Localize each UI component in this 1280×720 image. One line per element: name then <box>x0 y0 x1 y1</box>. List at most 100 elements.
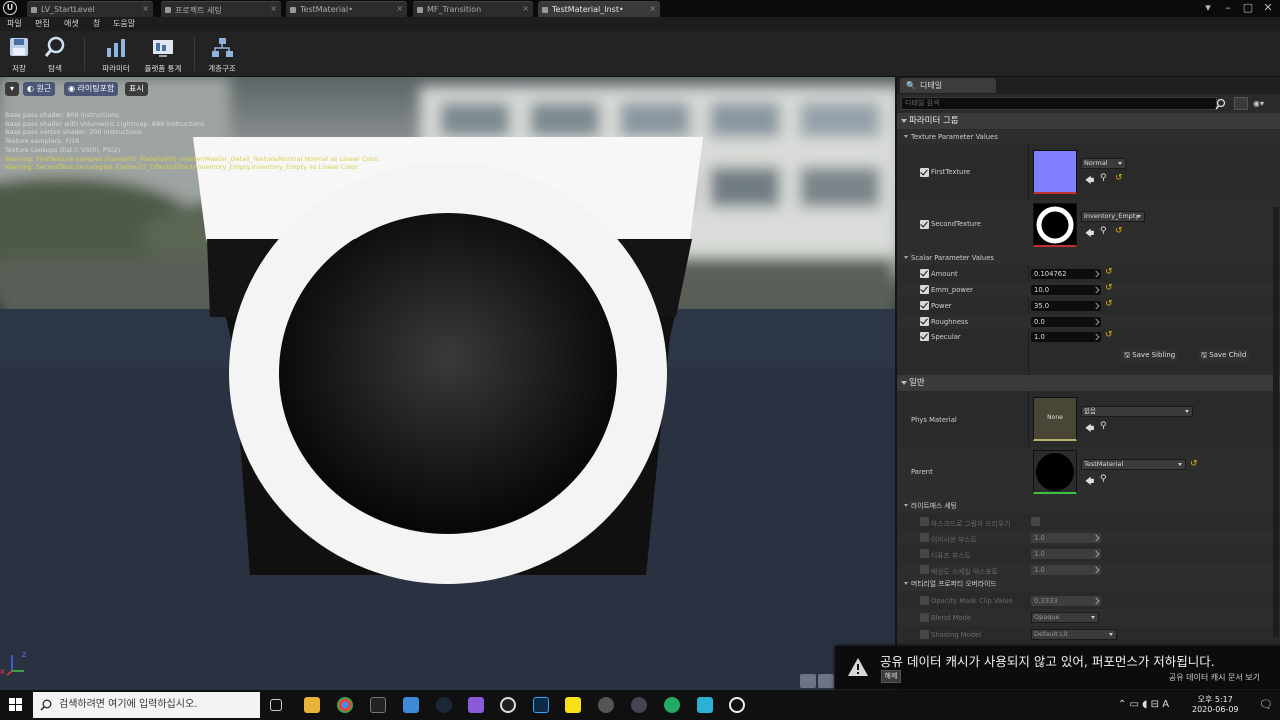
first-texture-thumbnail[interactable] <box>1033 150 1077 194</box>
amount-input[interactable]: 0.104762 <box>1031 269 1101 279</box>
tab-details[interactable]: 🔍 디테일 <box>900 78 996 93</box>
settings-gear-icon[interactable] <box>598 697 614 713</box>
steam-icon[interactable] <box>436 697 452 713</box>
minimize-icon[interactable]: – <box>1219 0 1237 16</box>
close-icon[interactable]: × <box>522 4 529 13</box>
close-window-icon[interactable]: ✕ <box>1259 0 1277 16</box>
preview-cube-icon[interactable] <box>818 674 834 688</box>
lightmass-checkbox[interactable] <box>920 565 929 574</box>
close-icon[interactable]: × <box>270 4 277 13</box>
phys-material-thumbnail[interactable]: None <box>1033 397 1077 441</box>
details-scrollbar[interactable] <box>1273 207 1279 637</box>
browse-search-icon[interactable]: ⚲ <box>1100 474 1107 484</box>
viewport-options-button[interactable]: ▾ <box>5 82 19 96</box>
tab-testmaterial[interactable]: TestMaterial• × <box>286 1 407 17</box>
action-center-icon[interactable]: 🗨 <box>1259 698 1273 711</box>
hierarchy-button[interactable]: 계층구조 <box>202 33 242 75</box>
lightmass-header[interactable]: 라이트매스 세팅 <box>897 499 1280 513</box>
tab-lv-startlevel[interactable]: LV_StartLevel × <box>27 1 153 17</box>
roughness-input[interactable]: 0.0 <box>1031 317 1101 327</box>
reset-icon[interactable]: ↺ <box>1190 459 1198 469</box>
app-icon[interactable] <box>697 697 713 713</box>
taskbar-search-input[interactable]: 검색하려면 여기에 입력하십시오. <box>33 692 260 718</box>
view-options-icon[interactable]: ◉▾ <box>1253 99 1264 108</box>
save-child-button[interactable]: 🖫 Save Child <box>1198 349 1250 361</box>
params-button[interactable]: 파라미터 <box>98 33 134 75</box>
override-checkbox[interactable] <box>920 596 929 605</box>
chrome-icon[interactable] <box>337 697 353 713</box>
property-matrix-icon[interactable] <box>1234 97 1248 110</box>
app-icon[interactable] <box>664 697 680 713</box>
phys-material-dropdown[interactable]: 없음 <box>1081 406 1193 417</box>
emm-power-checkbox[interactable] <box>920 285 929 294</box>
use-selected-arrow-icon[interactable]: 🡄 <box>1085 474 1094 490</box>
shared-ddc-doc-link[interactable]: 공유 데이터 캐시 문서 보기 <box>1169 672 1260 683</box>
emm-power-input[interactable]: 10.0 <box>1031 285 1101 295</box>
blend-mode-dropdown[interactable]: Opaque <box>1031 612 1099 623</box>
close-icon[interactable]: × <box>142 4 149 13</box>
preview-plane-icon[interactable] <box>800 674 816 688</box>
first-texture-dropdown[interactable]: Normal <box>1081 158 1126 169</box>
reset-icon[interactable]: ↺ <box>1105 299 1113 309</box>
texture-params-header[interactable]: Texture Parameter Values <box>897 130 1280 144</box>
unreal-editor-icon[interactable] <box>729 697 745 713</box>
taskbar-clock[interactable]: 오후 5:17 2020-06-09 <box>1192 695 1239 715</box>
lightmass-checkbox[interactable] <box>920 533 929 542</box>
close-icon[interactable]: × <box>396 4 403 13</box>
details-search-input[interactable]: 디테일 검색 <box>901 97 1217 110</box>
tab-testmaterial-inst[interactable]: TestMaterial_Inst• × <box>538 1 660 17</box>
tab-mf-transition[interactable]: MF_Transition × <box>413 1 533 17</box>
browse-search-icon[interactable]: ⚲ <box>1100 173 1107 183</box>
parent-thumbnail[interactable] <box>1033 450 1077 494</box>
shading-model-dropdown[interactable]: Default Lit <box>1031 629 1117 640</box>
reset-icon[interactable]: ↺ <box>1115 173 1123 183</box>
file-explorer-icon[interactable] <box>304 697 320 713</box>
photoshop-icon[interactable] <box>533 697 549 713</box>
show-button[interactable]: 표시 <box>125 82 148 96</box>
lit-mode-button[interactable]: ◉ 라이팅포함 <box>64 82 119 96</box>
menu-asset[interactable]: 애셋 <box>64 18 79 29</box>
windows-start-icon[interactable] <box>9 698 23 712</box>
reset-icon[interactable]: ↺ <box>1105 267 1113 277</box>
emissive-boost-input[interactable]: 1.0 <box>1031 533 1101 543</box>
reset-icon[interactable]: ↺ <box>1115 226 1123 236</box>
save-sibling-button[interactable]: 🖫 Save Sibling <box>1121 349 1179 361</box>
tab-project-settings[interactable]: 프로젝트 세팅 × <box>161 1 281 17</box>
menu-window[interactable]: 창 <box>93 18 100 29</box>
use-selected-arrow-icon[interactable]: 🡄 <box>1085 421 1094 437</box>
roughness-checkbox[interactable] <box>920 317 929 326</box>
maximize-icon[interactable]: ▢ <box>1239 0 1257 16</box>
app-window-icon[interactable] <box>403 697 419 713</box>
perspective-button[interactable]: ◐ 원근 <box>23 82 56 96</box>
amount-checkbox[interactable] <box>920 269 929 278</box>
param-group-header[interactable]: 파라미터 그룹 <box>897 113 1280 129</box>
parent-dropdown[interactable]: TestMaterial <box>1081 459 1186 470</box>
second-texture-thumbnail[interactable] <box>1033 203 1077 247</box>
reset-icon[interactable]: ↺ <box>1105 330 1113 340</box>
browse-button[interactable]: 탐색 <box>40 33 70 75</box>
menu-edit[interactable]: 편집 <box>35 18 50 29</box>
second-texture-checkbox[interactable] <box>920 220 929 229</box>
notification-icon[interactable]: ▾ <box>1199 0 1217 16</box>
use-selected-arrow-icon[interactable]: 🡄 <box>1085 226 1094 242</box>
close-icon[interactable]: × <box>649 4 656 13</box>
visual-studio-icon[interactable] <box>468 697 484 713</box>
specular-checkbox[interactable] <box>920 332 929 341</box>
second-texture-dropdown[interactable]: Inventory_Empty <box>1081 211 1145 222</box>
overrides-header[interactable]: 머티리얼 프로퍼티 오버라이드 <box>897 577 1280 591</box>
opacity-mask-input[interactable]: 0.3333 <box>1031 596 1101 606</box>
menu-help[interactable]: 도움말 <box>113 18 135 29</box>
platform-stats-button[interactable]: 플랫폼 통계 <box>140 33 186 75</box>
specular-input[interactable]: 1.0 <box>1031 332 1101 342</box>
power-input[interactable]: 35.0 <box>1031 301 1101 311</box>
masked-shadow-checkbox[interactable] <box>1031 517 1040 526</box>
task-view-icon[interactable] <box>270 699 282 711</box>
export-resolution-input[interactable]: 1.0 <box>1031 565 1101 575</box>
general-header[interactable]: 일반 <box>897 375 1280 391</box>
browse-search-icon[interactable]: ⚲ <box>1100 421 1107 431</box>
override-checkbox[interactable] <box>920 613 929 622</box>
browse-search-icon[interactable]: ⚲ <box>1100 226 1107 236</box>
diffuse-boost-input[interactable]: 1.0 <box>1031 549 1101 559</box>
reset-icon[interactable]: ↺ <box>1105 283 1113 293</box>
lightmass-checkbox[interactable] <box>920 549 929 558</box>
